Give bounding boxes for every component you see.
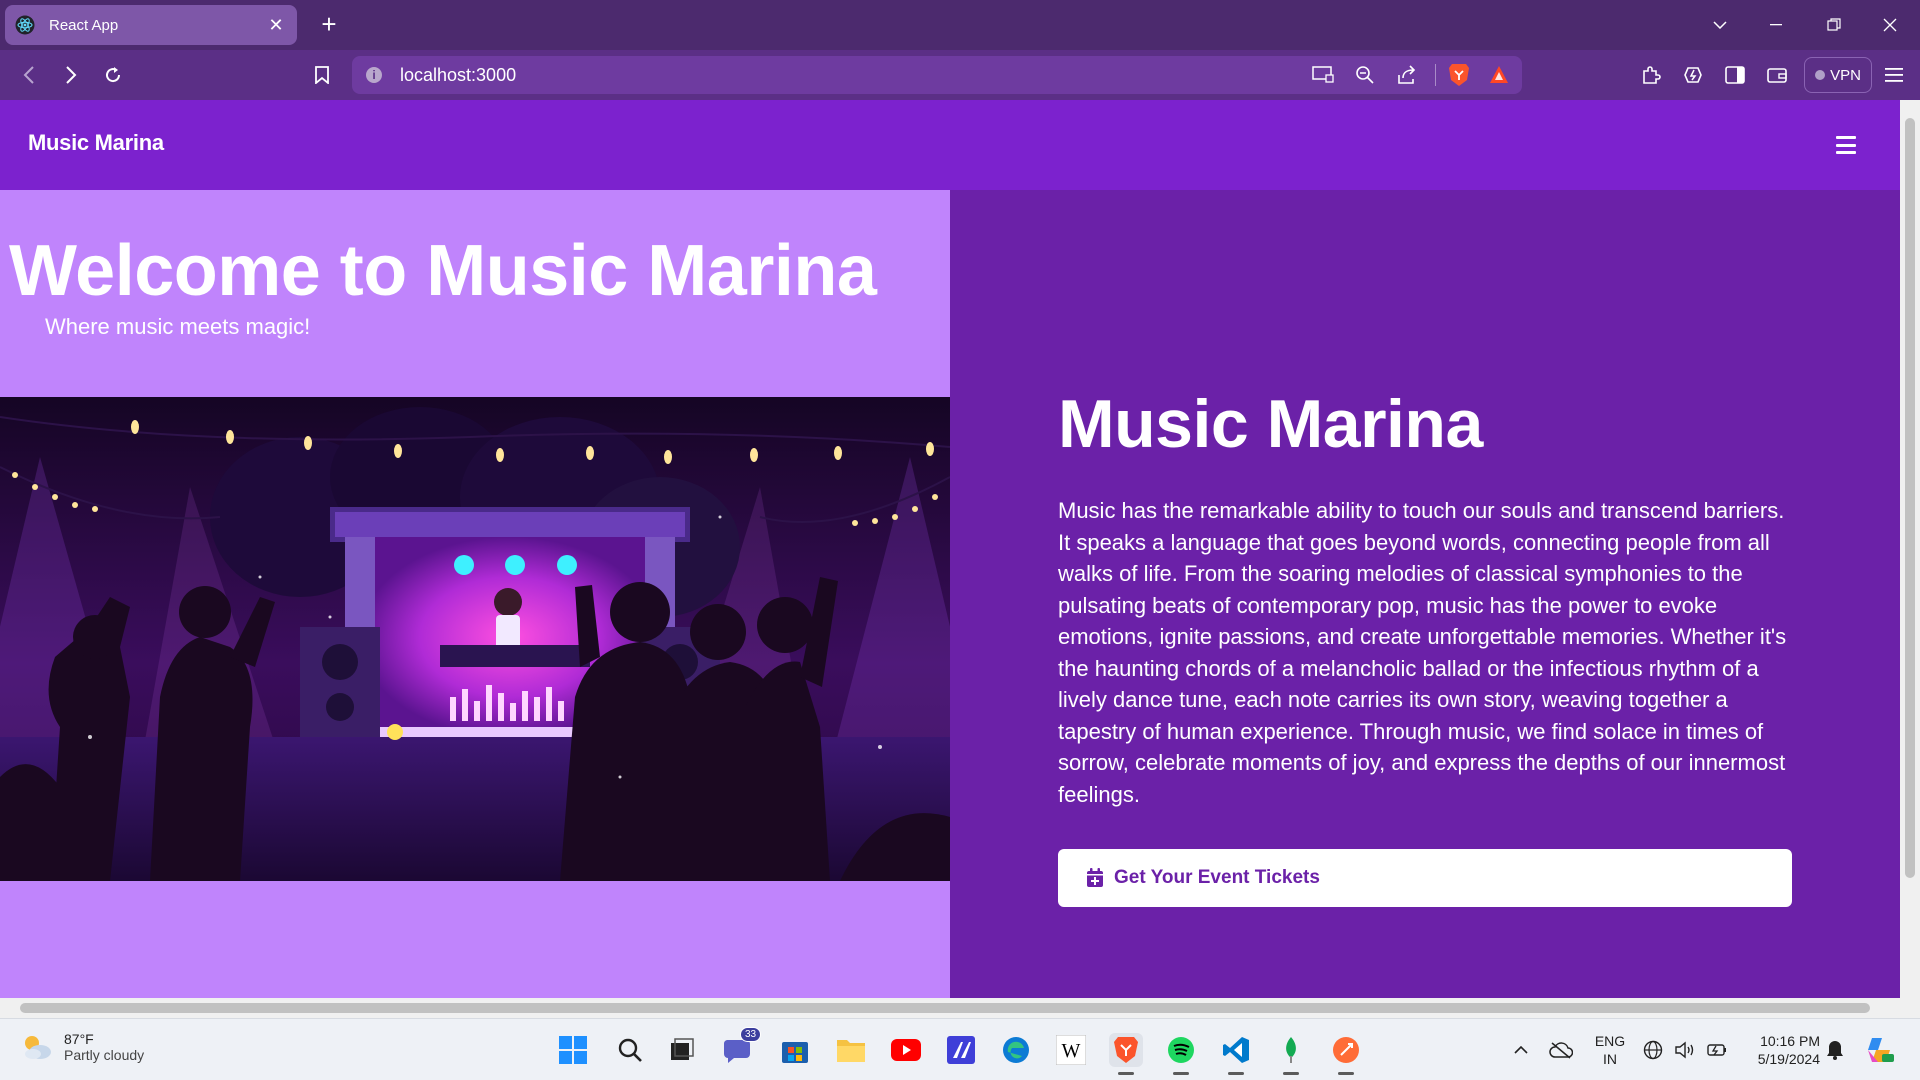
menu-icon[interactable] xyxy=(1878,60,1910,90)
volume-icon[interactable] xyxy=(1670,1033,1700,1067)
concert-illustration xyxy=(0,397,950,881)
site-info-icon[interactable]: i xyxy=(366,67,382,83)
horizontal-scrollbar[interactable] xyxy=(0,998,1900,1018)
wikipedia-icon[interactable]: W xyxy=(1054,1033,1088,1067)
url-text[interactable]: localhost:3000 xyxy=(400,65,516,86)
scroll-corner xyxy=(1900,998,1920,1018)
teams-chat-icon[interactable]: 33 xyxy=(722,1027,762,1067)
brave-rewards-icon[interactable] xyxy=(1489,65,1509,85)
partly-cloudy-icon xyxy=(25,1036,51,1059)
share-icon[interactable] xyxy=(1397,65,1417,85)
get-tickets-label: Get Your Event Tickets xyxy=(1114,867,1320,888)
weather-condition: Partly cloudy xyxy=(64,1047,145,1063)
microsoft-store-icon[interactable] xyxy=(778,1033,812,1067)
copilot-icon[interactable] xyxy=(1862,1033,1896,1067)
network-globe-icon[interactable] xyxy=(1638,1033,1668,1067)
clock-time: 10:16 PM xyxy=(1760,1033,1820,1049)
calendar-plus-icon xyxy=(1087,868,1103,887)
back-button[interactable] xyxy=(13,60,45,90)
sidebar-icon[interactable] xyxy=(1719,60,1751,90)
chat-badge: 33 xyxy=(740,1027,762,1042)
tab-search-chevron-icon[interactable] xyxy=(1700,10,1740,40)
site-navbar: Music Marina xyxy=(0,100,1900,190)
windows-taskbar: 87°F Partly cloudy 33 W ENG IN 10:16 PM … xyxy=(0,1018,1920,1080)
weather-temperature: 87°F xyxy=(64,1031,94,1047)
about-section: Music Marina Music has the remarkable ab… xyxy=(950,190,1900,998)
vpn-status-icon xyxy=(1815,70,1826,80)
hero-subtitle: Where music meets magic! xyxy=(45,314,311,339)
about-paragraph: Music has the remarkable ability to touc… xyxy=(1058,498,1787,807)
vscode-icon[interactable] xyxy=(1219,1033,1253,1075)
cast-icon[interactable] xyxy=(1312,66,1334,84)
vpn-label: VPN xyxy=(1830,66,1861,84)
tab-title: React App xyxy=(49,16,119,34)
page-viewport: Music Marina Welcome to Music Marina Whe… xyxy=(0,100,1900,998)
tab-close-icon[interactable]: ✕ xyxy=(265,15,287,36)
tab-strip: React App ✕ + xyxy=(0,0,1920,50)
hero-title: Welcome to Music Marina xyxy=(9,231,877,311)
notification-bell-icon[interactable] xyxy=(1820,1033,1850,1067)
region-code: IN xyxy=(1603,1051,1617,1067)
hero-section: Welcome to Music Marina Where music meet… xyxy=(0,190,950,998)
vertical-scrollbar-thumb[interactable] xyxy=(1905,118,1915,878)
wallet-icon[interactable] xyxy=(1761,60,1793,90)
svg-text:W: W xyxy=(1062,1040,1081,1062)
battery-charging-icon[interactable] xyxy=(1702,1033,1732,1067)
restore-button[interactable] xyxy=(1814,10,1854,40)
tray-overflow-chevron-icon[interactable] xyxy=(1504,1033,1538,1067)
horizontal-scrollbar-thumb[interactable] xyxy=(20,1003,1870,1013)
get-tickets-button[interactable]: Get Your Event Tickets xyxy=(1058,849,1792,907)
onedrive-offline-icon[interactable] xyxy=(1544,1033,1578,1067)
language-code: ENG xyxy=(1594,1033,1626,1049)
weather-widget[interactable]: 87°F Partly cloudy xyxy=(20,1031,144,1063)
hamburger-menu-icon[interactable] xyxy=(1836,136,1856,154)
clock-date: 5/19/2024 xyxy=(1757,1051,1820,1067)
brave-shields-icon[interactable] xyxy=(1448,63,1470,87)
browser-tab[interactable]: React App ✕ xyxy=(5,5,297,45)
zoom-out-icon[interactable] xyxy=(1355,65,1375,85)
about-title: Music Marina xyxy=(1058,386,1483,462)
file-explorer-icon[interactable] xyxy=(834,1033,868,1067)
leo-ai-icon[interactable] xyxy=(1677,60,1709,90)
new-tab-button[interactable]: + xyxy=(314,10,344,40)
forward-button[interactable] xyxy=(55,60,87,90)
url-divider xyxy=(1435,64,1436,86)
language-indicator[interactable]: ENG IN xyxy=(1592,1032,1628,1068)
reload-button[interactable] xyxy=(97,60,129,90)
start-icon[interactable] xyxy=(556,1033,590,1067)
mongodb-compass-icon[interactable] xyxy=(1274,1033,1308,1075)
address-bar[interactable]: i localhost:3000 xyxy=(352,56,1522,94)
clock[interactable]: 10:16 PM 5/19/2024 xyxy=(1744,1032,1820,1068)
search-icon[interactable] xyxy=(613,1033,647,1067)
extensions-icon[interactable] xyxy=(1635,60,1667,90)
task-view-icon[interactable] xyxy=(665,1033,699,1067)
postman-icon[interactable] xyxy=(1329,1033,1363,1075)
vertical-scrollbar[interactable] xyxy=(1900,100,1920,998)
react-logo-icon xyxy=(15,15,35,35)
close-window-button[interactable] xyxy=(1870,10,1910,40)
spotify-icon[interactable] xyxy=(1164,1033,1198,1075)
brave-browser-icon[interactable] xyxy=(1109,1033,1143,1075)
minimize-button[interactable] xyxy=(1756,10,1796,40)
youtube-icon[interactable] xyxy=(889,1033,923,1067)
edge-icon[interactable] xyxy=(999,1033,1033,1067)
navbar-brand[interactable]: Music Marina xyxy=(28,130,164,156)
vpn-button[interactable]: VPN xyxy=(1804,57,1872,93)
editor-app-icon[interactable] xyxy=(944,1033,978,1067)
bookmark-icon[interactable] xyxy=(306,60,338,90)
